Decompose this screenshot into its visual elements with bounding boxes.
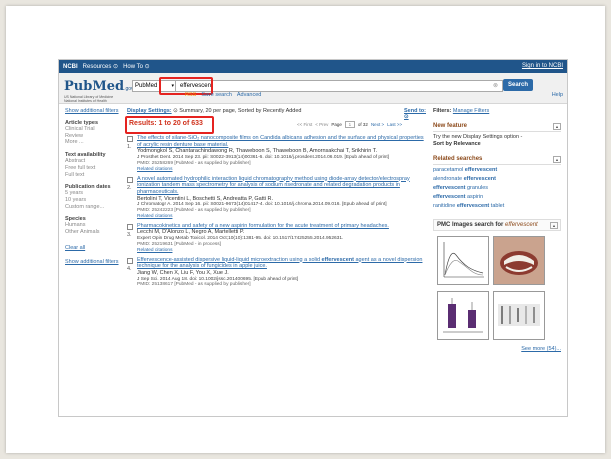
pmc-image-grid bbox=[437, 236, 561, 340]
result-checkbox[interactable] bbox=[127, 176, 133, 183]
rss-link[interactable]: RSS bbox=[185, 92, 196, 98]
related-searches-list: paracetamol effervescent alendronate eff… bbox=[433, 166, 561, 211]
clear-icon[interactable]: ⊗ bbox=[493, 81, 498, 91]
related-citations-link[interactable]: Related citations bbox=[137, 167, 427, 173]
signin-link[interactable]: Sign in to NCBI bbox=[522, 63, 563, 69]
results-highlight-box bbox=[125, 116, 214, 134]
result-title-link[interactable]: Effervescence-assisted dispersive liquid… bbox=[137, 257, 427, 270]
filter-group-article-types: Article types Clinical Trial Review More… bbox=[65, 120, 125, 146]
search-button[interactable]: Search bbox=[503, 79, 533, 91]
filter-group-text-availability: Text availability Abstract Free full tex… bbox=[65, 152, 125, 178]
related-search-item[interactable]: paracetamol effervescent bbox=[433, 166, 561, 175]
result-title-link[interactable]: A novel automated hydrophilic interactio… bbox=[137, 176, 427, 196]
filter-item[interactable]: Abstract bbox=[65, 158, 125, 165]
clear-all-link[interactable]: Clear all bbox=[65, 245, 125, 251]
filter-group-publication-dates: Publication dates 5 years 10 years Custo… bbox=[65, 184, 125, 210]
chevron-down-icon: ⊙ bbox=[144, 64, 150, 70]
browser-screenshot: NCBI Resources ⊙ How To ⊙ Sign in to NCB… bbox=[58, 59, 568, 417]
ncbi-top-bar: NCBI Resources ⊙ How To ⊙ Sign in to NCB… bbox=[59, 60, 567, 73]
slide-background: NCBI Resources ⊙ How To ⊙ Sign in to NCB… bbox=[6, 6, 605, 453]
filter-item[interactable]: Clinical Trial bbox=[65, 126, 125, 133]
filter-item[interactable]: More ... bbox=[65, 139, 125, 146]
advanced-link[interactable]: Advanced bbox=[237, 92, 261, 98]
filter-group-species: Species Humans Other Animals bbox=[65, 216, 125, 235]
prev-page-link[interactable]: < Prev bbox=[315, 122, 328, 127]
result-title-link[interactable]: The effects of silane-SiO₂ nanocomposite… bbox=[137, 135, 427, 148]
pagination: << First < Prev Page 1 of 32 Next > Last… bbox=[297, 121, 403, 128]
pmc-thumbnail-boxplot[interactable] bbox=[437, 291, 489, 340]
ncbi-logo[interactable]: NCBI bbox=[63, 64, 78, 70]
pmc-images-head: PMC Images search for effervescent ▴ bbox=[433, 219, 561, 231]
collapse-icon[interactable]: ▴ bbox=[553, 123, 561, 130]
result-authors: Jiang W, Chen X, Liu F, You X, Xue J. bbox=[137, 269, 229, 276]
related-searches-head: Related searches ▴ bbox=[433, 156, 561, 165]
new-feature-text: Try the new Display Settings option - So… bbox=[433, 134, 523, 147]
result-pmid: PMID: 25138617 [PubMed - as supplied by … bbox=[137, 282, 251, 288]
resources-menu[interactable]: Resources ⊙ bbox=[83, 63, 118, 70]
related-search-item[interactable]: ranitidine effervescent tablet bbox=[433, 202, 561, 211]
pmc-thumbnail-gel[interactable] bbox=[493, 291, 545, 340]
filter-item[interactable]: 10 years bbox=[65, 197, 125, 204]
search-header: PubMed.gov US National Library of Medici… bbox=[59, 73, 567, 104]
related-search-item[interactable]: effervescent aspirin bbox=[433, 193, 561, 202]
filter-item[interactable]: Other Animals bbox=[65, 229, 125, 236]
show-filters-link[interactable]: Show additional filters bbox=[65, 108, 119, 114]
last-page-link[interactable]: Last >> bbox=[387, 122, 402, 127]
filter-item[interactable]: Free full text bbox=[65, 165, 125, 172]
manage-filters-link[interactable]: Manage Filters bbox=[453, 108, 489, 114]
filter-item[interactable]: 5 years bbox=[65, 190, 125, 197]
result-checkbox[interactable] bbox=[127, 223, 133, 230]
collapse-icon[interactable]: ▴ bbox=[553, 156, 561, 163]
filter-item[interactable]: Full text bbox=[65, 172, 125, 179]
right-column: Filters: Manage Filters New feature ▴ Tr… bbox=[433, 108, 561, 352]
display-settings: Display Settings: ⊙ Summary, 20 per page… bbox=[127, 108, 302, 114]
result-item: 2. A novel automated hydrophilic interac… bbox=[127, 176, 427, 220]
filters-line: Filters: Manage Filters bbox=[433, 108, 490, 114]
related-citations-link[interactable]: Related citations bbox=[137, 248, 427, 254]
filter-item[interactable]: Custom range... bbox=[65, 204, 125, 211]
result-checkbox[interactable] bbox=[127, 257, 133, 264]
related-search-item[interactable]: effervescent granules bbox=[433, 184, 561, 193]
pubmed-logo[interactable]: PubMed.gov US National Library of Medici… bbox=[64, 77, 134, 103]
chevron-down-icon: ⊙ bbox=[173, 108, 178, 114]
search-input[interactable]: effervescent ⊗ bbox=[175, 80, 503, 92]
result-item: 4. Effervescence-assisted dispersive liq… bbox=[127, 257, 427, 289]
filter-item[interactable]: Humans bbox=[65, 222, 125, 229]
pmc-thumbnail-chart[interactable] bbox=[437, 236, 489, 285]
collapse-icon[interactable]: ▴ bbox=[550, 222, 558, 229]
pmc-thumbnail-photo[interactable] bbox=[493, 236, 545, 285]
result-checkbox[interactable] bbox=[127, 136, 133, 142]
sort-relevance-link[interactable]: Sort by Relevance bbox=[433, 141, 481, 147]
new-feature-panel-head: New feature ▴ bbox=[433, 123, 561, 132]
result-title-link[interactable]: Pharmacokinetics and safety of a new asp… bbox=[137, 223, 427, 230]
chevron-down-icon: ⊙ bbox=[113, 64, 119, 70]
result-item: 1. The effects of silane-SiO₂ nanocompos… bbox=[127, 135, 427, 173]
save-search-link[interactable]: Save search bbox=[201, 92, 232, 98]
related-search-item[interactable]: alendronate effervescent bbox=[433, 175, 561, 184]
show-filters-link-2[interactable]: Show additional filters bbox=[65, 259, 125, 265]
results-main: Display Settings: ⊙ Summary, 20 per page… bbox=[125, 108, 427, 289]
filter-item[interactable]: Review bbox=[65, 133, 125, 140]
howto-menu[interactable]: How To ⊙ bbox=[123, 63, 150, 70]
display-settings-link[interactable]: Display Settings: bbox=[127, 108, 172, 114]
result-item: 3. Pharmacokinetics and safety of a new … bbox=[127, 223, 427, 254]
next-page-link[interactable]: Next > bbox=[371, 122, 384, 127]
first-page-link[interactable]: << First bbox=[297, 122, 312, 127]
related-citations-link[interactable]: Related citations bbox=[137, 214, 427, 220]
see-more-link[interactable]: See more (54)... bbox=[433, 346, 561, 352]
page-input[interactable]: 1 bbox=[344, 121, 355, 128]
filter-sidebar: Show additional filters Article types Cl… bbox=[65, 108, 125, 265]
help-link[interactable]: Help bbox=[552, 92, 563, 98]
